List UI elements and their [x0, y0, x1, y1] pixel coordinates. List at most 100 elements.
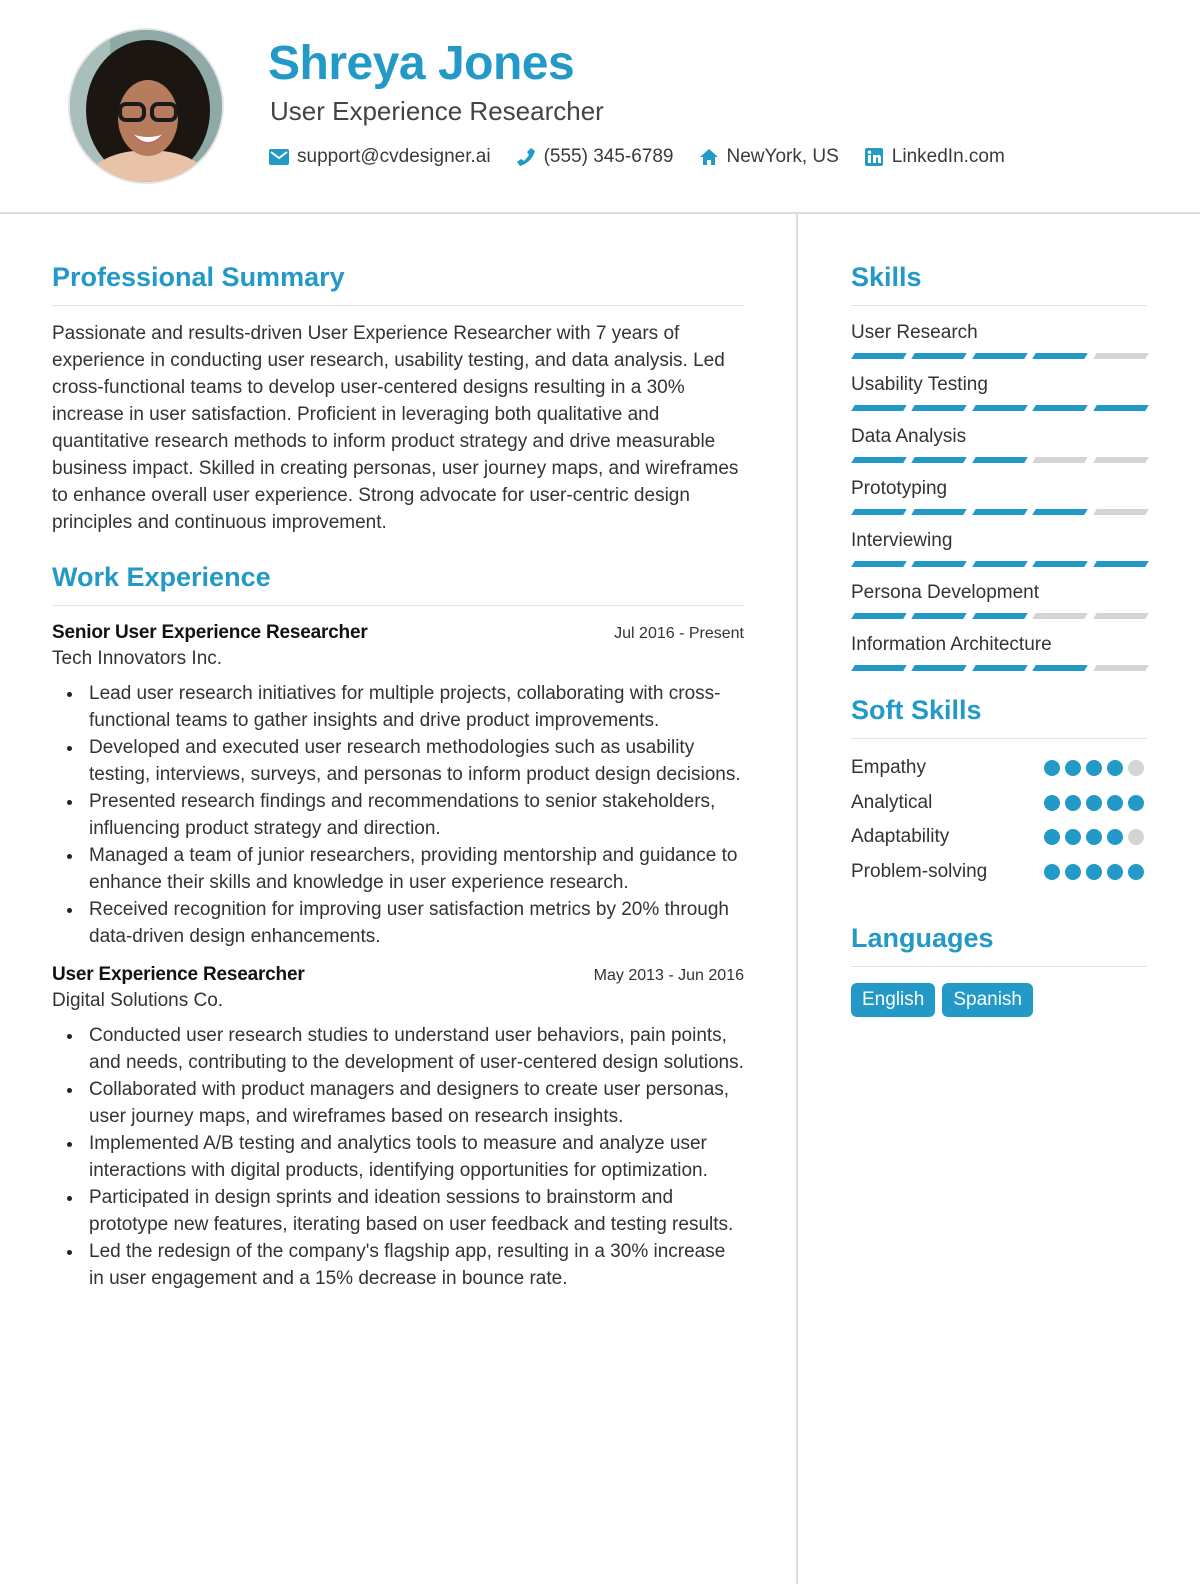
rating-dot-filled	[1065, 760, 1081, 777]
skill-name: Information Architecture	[851, 634, 1052, 655]
work-experience-section: Work Experience Senior User Experience R…	[52, 562, 744, 1292]
skill-segment-filled	[851, 457, 908, 463]
portrait-image	[70, 30, 222, 182]
soft-skill-item: Empathy	[851, 751, 1147, 786]
skill-level-bar	[851, 665, 1149, 671]
contact-email[interactable]: support@cvdesigner.ai	[268, 146, 491, 168]
soft-skill-name: Problem-solving	[851, 860, 988, 882]
skill-segment-filled	[851, 613, 908, 619]
skill-item: Usability Testing	[851, 374, 1149, 411]
job-company: Digital Solutions Co.	[52, 990, 224, 1011]
skill-segment-filled	[1032, 509, 1089, 515]
section-title: Soft Skills	[851, 695, 1147, 739]
skill-segment-filled	[911, 509, 968, 515]
rating-dot-filled	[1107, 794, 1123, 811]
bullet-item: Participated in design sprints and ideat…	[52, 1184, 744, 1238]
skill-item: User Research	[851, 322, 1149, 359]
skill-segment-filled	[851, 665, 908, 671]
skill-level-bar	[851, 353, 1149, 359]
soft-skill-name: Analytical	[851, 791, 933, 813]
job-entry: Senior User Experience Researcher Jul 20…	[52, 622, 744, 950]
bullet-item: Led the redesign of the company's flagsh…	[52, 1238, 744, 1292]
rating-dot-filled	[1107, 829, 1123, 846]
soft-skill-rating	[1044, 760, 1144, 777]
contact-linkedin[interactable]: LinkedIn.com	[863, 146, 1005, 168]
skill-level-bar	[851, 405, 1149, 411]
section-title: Professional Summary	[52, 262, 744, 306]
skill-segment-empty	[1032, 613, 1089, 619]
rating-dot-filled	[1086, 829, 1102, 846]
job-date: Jul 2016 - Present	[614, 625, 744, 642]
bullet-item: Developed and executed user research met…	[52, 734, 744, 788]
sidebar-column: Skills User Research Usability Testing Dat…	[851, 262, 1149, 1017]
skills-section: Skills User Research Usability Testing Dat…	[851, 262, 1149, 671]
bullet-item: Received recognition for improving user …	[52, 896, 744, 950]
language-badge: English	[851, 983, 936, 1017]
contact-phone[interactable]: (555) 345-6789	[515, 146, 674, 168]
skill-segment-empty	[1092, 509, 1149, 515]
job-title: Senior User Experience Researcher	[52, 622, 368, 643]
column-divider	[796, 214, 798, 1584]
skill-item: Data Analysis	[851, 426, 1149, 463]
skill-segment-empty	[1092, 613, 1149, 619]
professional-summary-section: Professional Summary Passionate and resu…	[52, 262, 744, 536]
skill-segment-filled	[972, 613, 1028, 619]
skill-segment-filled	[1032, 353, 1089, 359]
location-text: NewYork, US	[726, 146, 839, 167]
skill-segment-empty	[1092, 353, 1149, 359]
languages-section: Languages English Spanish	[851, 923, 1147, 1017]
skill-segment-filled	[972, 405, 1028, 411]
skill-segment-filled	[1032, 665, 1089, 671]
skill-segment-filled	[972, 665, 1028, 671]
soft-skills-section: Soft Skills Empathy Analytical Adaptabilit…	[851, 695, 1147, 889]
main-column: Professional Summary Passionate and resu…	[52, 262, 744, 1292]
skill-segment-filled	[911, 561, 968, 567]
skill-name: Persona Development	[851, 582, 1039, 603]
skill-segment-filled	[1032, 561, 1089, 567]
skill-level-bar	[851, 457, 1149, 463]
rating-dot-empty	[1128, 760, 1144, 777]
rating-dot-filled	[1107, 760, 1123, 777]
soft-skills-list: Empathy Analytical Adaptability Problem-sol…	[851, 751, 1147, 889]
summary-text: Passionate and results-driven User Exper…	[52, 323, 739, 533]
soft-skill-rating	[1044, 829, 1144, 846]
rating-dot-filled	[1107, 863, 1123, 880]
job-company: Tech Innovators Inc.	[52, 648, 223, 669]
languages-list: English Spanish	[851, 983, 1147, 1017]
phone-icon	[515, 147, 537, 167]
skill-level-bar	[851, 561, 1149, 567]
skill-segment-filled	[1032, 405, 1089, 411]
home-icon	[698, 147, 720, 167]
skill-segment-filled	[851, 561, 908, 567]
candidate-name: Shreya Jones	[268, 37, 575, 90]
skill-segment-empty	[1092, 665, 1149, 671]
soft-skill-item: Analytical	[851, 786, 1147, 821]
rating-dot-filled	[1044, 829, 1060, 846]
language-badge: Spanish	[942, 983, 1033, 1017]
bullet-item: Presented research findings and recommen…	[52, 788, 744, 842]
contact-location: NewYork, US	[698, 146, 839, 168]
profile-photo	[68, 28, 224, 184]
soft-skill-item: Adaptability	[851, 820, 1147, 855]
rating-dot-filled	[1128, 794, 1144, 811]
resume-header: Shreya Jones User Experience Researcher …	[0, 0, 1200, 214]
section-title: Work Experience	[52, 562, 744, 606]
skill-segment-filled	[911, 613, 968, 619]
skill-name: Data Analysis	[851, 426, 967, 447]
skill-segment-filled	[972, 457, 1028, 463]
skill-name: Usability Testing	[851, 374, 988, 395]
skill-item: Information Architecture	[851, 634, 1149, 671]
skill-segment-filled	[851, 509, 908, 515]
rating-dot-filled	[1086, 863, 1102, 880]
skill-item: Interviewing	[851, 530, 1149, 567]
contact-info: support@cvdesigner.ai (555) 345-6789 New…	[268, 146, 1029, 168]
bullet-item: Lead user research initiatives for multi…	[52, 680, 744, 734]
rating-dot-filled	[1128, 863, 1144, 880]
rating-dot-empty	[1128, 829, 1144, 846]
soft-skill-rating	[1044, 863, 1144, 880]
skill-name: User Research	[851, 322, 978, 343]
rating-dot-filled	[1065, 794, 1081, 811]
skill-name: Prototyping	[851, 478, 948, 499]
skill-segment-filled	[911, 353, 968, 359]
skill-segment-filled	[1092, 561, 1149, 567]
